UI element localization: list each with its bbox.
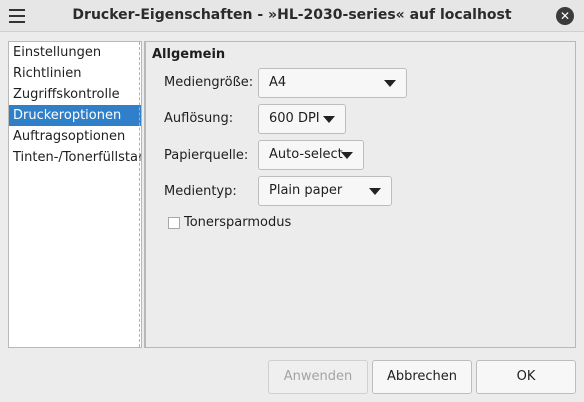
media-type-label: Medientyp: bbox=[164, 184, 237, 199]
sidebar-scrollbar[interactable] bbox=[139, 42, 141, 347]
media-size-value: A4 bbox=[269, 75, 287, 90]
resolution-value: 600 DPI bbox=[269, 111, 320, 126]
hamburger-menu-icon[interactable] bbox=[9, 9, 25, 23]
sidebar-item-druckeroptionen[interactable]: Druckeroptionen bbox=[9, 105, 141, 126]
category-sidebar: Einstellungen Richtlinien Zugriffskontro… bbox=[8, 41, 142, 348]
sidebar-item-auftragsoptionen[interactable]: Auftragsoptionen bbox=[9, 126, 141, 147]
sidebar-item-richtlinien[interactable]: Richtlinien bbox=[9, 63, 141, 84]
chevron-down-icon bbox=[369, 188, 381, 195]
title-bar: Drucker-Eigenschaften - »HL-2030-series«… bbox=[0, 0, 584, 32]
resolution-label: Auflösung: bbox=[164, 111, 234, 126]
window-title: Drucker-Eigenschaften - »HL-2030-series«… bbox=[72, 7, 512, 23]
apply-button[interactable]: Anwenden bbox=[268, 360, 368, 394]
media-size-label: Mediengröße: bbox=[164, 75, 254, 90]
ok-button[interactable]: OK bbox=[476, 360, 576, 394]
chevron-down-icon bbox=[323, 116, 335, 123]
chevron-down-icon bbox=[341, 152, 353, 159]
close-button[interactable]: ✕ bbox=[556, 7, 574, 25]
media-type-select[interactable]: Plain paper bbox=[258, 176, 392, 206]
paper-source-select[interactable]: Auto-select bbox=[258, 140, 364, 170]
sidebar-item-zugriffskontrolle[interactable]: Zugriffskontrolle bbox=[9, 84, 141, 105]
cancel-button[interactable]: Abbrechen bbox=[372, 360, 472, 394]
media-size-select[interactable]: A4 bbox=[258, 68, 407, 98]
chevron-down-icon bbox=[384, 80, 396, 87]
sidebar-item-tonerfuellstand[interactable]: Tinten-/Tonerfüllstand bbox=[9, 147, 141, 168]
options-panel: Allgemein Mediengröße: A4 Auflösung: 600… bbox=[144, 41, 576, 348]
toner-save-checkbox[interactable] bbox=[168, 217, 180, 229]
resolution-select[interactable]: 600 DPI bbox=[258, 104, 346, 134]
section-title: Allgemein bbox=[152, 47, 226, 62]
toner-save-label[interactable]: Tonersparmodus bbox=[184, 215, 291, 230]
media-type-value: Plain paper bbox=[269, 183, 343, 198]
sidebar-item-einstellungen[interactable]: Einstellungen bbox=[9, 42, 141, 63]
paper-source-value: Auto-select bbox=[269, 147, 343, 162]
paper-source-label: Papierquelle: bbox=[164, 148, 249, 163]
